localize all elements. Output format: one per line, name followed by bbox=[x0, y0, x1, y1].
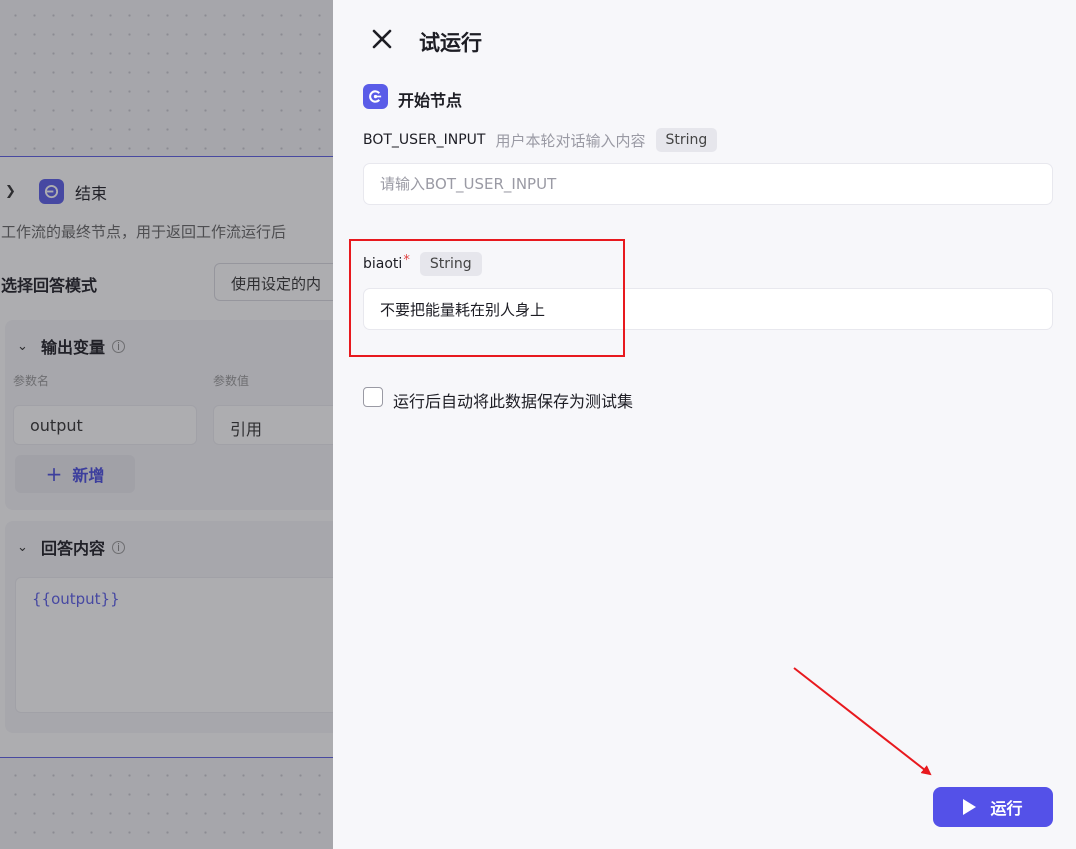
workflow-canvas: ❯ 结束 工作流的最终节点，用于返回工作流运行后 选择回答模式 使用设定的内 ⌄… bbox=[0, 0, 333, 849]
run-button-label: 运行 bbox=[990, 799, 1023, 818]
save-as-testset-checkbox[interactable] bbox=[363, 387, 383, 407]
close-icon[interactable] bbox=[371, 28, 393, 50]
run-button[interactable]: 运行 bbox=[933, 787, 1053, 827]
bot-user-input-field[interactable] bbox=[363, 163, 1053, 205]
annotation-highlight-box bbox=[349, 239, 625, 357]
param-type-badge: String bbox=[655, 128, 718, 152]
modal-overlay[interactable] bbox=[0, 0, 333, 849]
start-node-icon bbox=[363, 84, 388, 109]
save-as-testset-label[interactable]: 运行后自动将此数据保存为测试集 bbox=[393, 388, 633, 412]
drawer-title: 试运行 bbox=[419, 31, 482, 55]
test-run-drawer: 试运行 开始节点 BOT_USER_INPUT 用户本轮对话输入内容 Strin… bbox=[333, 0, 1076, 849]
start-node-title: 开始节点 bbox=[398, 91, 463, 110]
param-name: BOT_USER_INPUT bbox=[363, 132, 486, 148]
play-icon bbox=[963, 799, 977, 815]
param-description: 用户本轮对话输入内容 bbox=[495, 131, 646, 150]
param-bot-user-input-label-row: BOT_USER_INPUT 用户本轮对话输入内容 String bbox=[363, 128, 718, 152]
